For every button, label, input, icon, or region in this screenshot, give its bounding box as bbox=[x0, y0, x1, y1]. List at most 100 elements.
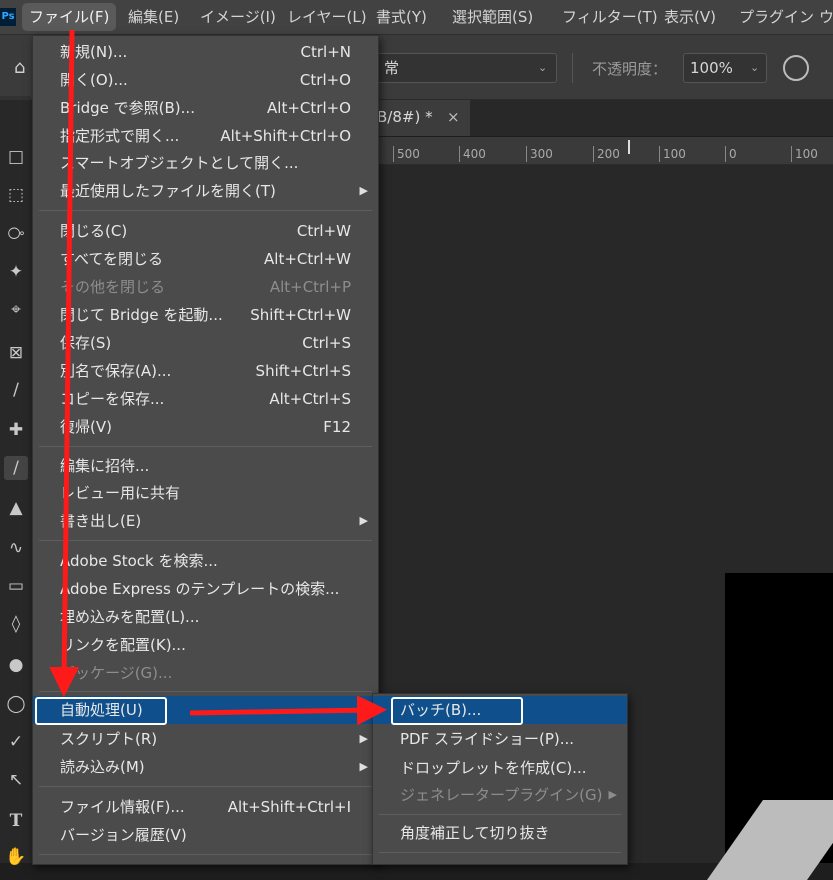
menu-item-new[interactable]: 新規(N)... Ctrl+N bbox=[33, 38, 378, 66]
blend-mode-select[interactable]: 常 ⌄ bbox=[377, 53, 557, 83]
menu-item-shortcut: Alt+Ctrl+P bbox=[269, 278, 351, 296]
menu-item-label: 開く(O)... bbox=[60, 71, 128, 89]
menu-item-open-as[interactable]: 指定形式で開く... Alt+Shift+Ctrl+O bbox=[33, 122, 378, 150]
menu-item-search-adobe-stock[interactable]: Adobe Stock を検索... bbox=[33, 547, 378, 575]
menu-separator bbox=[39, 854, 372, 855]
hand-tool-icon[interactable]: ✋ bbox=[4, 845, 28, 869]
menu-item-batch[interactable]: バッチ(B)... bbox=[373, 696, 627, 725]
home-icon[interactable]: ⌂ bbox=[14, 57, 25, 78]
airbrush-icon[interactable] bbox=[783, 55, 809, 81]
submenu-arrow-icon: ▶ bbox=[359, 184, 368, 197]
crop-tool-icon[interactable]: ⌖ bbox=[4, 298, 28, 322]
menu-item-label: 編集に招待... bbox=[60, 457, 150, 475]
pen-tool-icon[interactable]: ✓ bbox=[4, 730, 28, 754]
menu-view[interactable]: 表示(V) bbox=[664, 0, 716, 34]
menu-item-save[interactable]: 保存(S) Ctrl+S bbox=[33, 329, 378, 357]
menu-item-automate[interactable]: 自動処理(U) ▶ bbox=[33, 696, 378, 725]
close-icon[interactable]: × bbox=[447, 100, 460, 134]
artboard-tool-icon[interactable]: □ bbox=[4, 145, 28, 169]
menu-item-file-info[interactable]: ファイル情報(F)... Alt+Shift+Ctrl+I bbox=[33, 793, 378, 821]
submenu-arrow-icon: ▶ bbox=[359, 732, 368, 745]
menu-item-place-linked[interactable]: リンクを配置(K)... bbox=[33, 631, 378, 659]
path-selection-tool-icon[interactable]: ↖ bbox=[4, 768, 28, 792]
menu-item-save-as[interactable]: 別名で保存(A)... Shift+Ctrl+S bbox=[33, 357, 378, 385]
frame-tool-icon[interactable]: ⊠ bbox=[4, 341, 28, 365]
submenu-arrow-icon: ▶ bbox=[359, 703, 368, 716]
menu-select[interactable]: 選択範囲(S) bbox=[452, 0, 533, 34]
eyedropper-tool-icon[interactable]: ∕ bbox=[4, 378, 28, 402]
menu-separator bbox=[39, 786, 372, 787]
menu-item-pdf-slideshow[interactable]: PDF スライドショー(P)... bbox=[373, 725, 627, 753]
menu-item-revert[interactable]: 復帰(V) F12 bbox=[33, 413, 378, 441]
menu-item-shortcut: Ctrl+W bbox=[296, 222, 351, 240]
brush-tool-icon[interactable]: ∕ bbox=[4, 456, 28, 480]
submenu-arrow-icon: ▶ bbox=[359, 760, 368, 773]
menu-item-label: リンクを配置(K)... bbox=[60, 636, 186, 654]
menu-item-label: 別名で保存(A)... bbox=[60, 362, 172, 380]
menu-item-label: 角度補正して切り抜き bbox=[400, 824, 550, 842]
menu-item-close-go-bridge[interactable]: 閉じて Bridge を起動... Shift+Ctrl+W bbox=[33, 301, 378, 329]
document-tab[interactable]: B/8#) * × bbox=[377, 100, 470, 136]
menu-item-crop-straighten[interactable]: 角度補正して切り抜き bbox=[373, 819, 627, 847]
menu-item-export[interactable]: 書き出し(E) ▶ bbox=[33, 507, 378, 535]
menu-item-invite-edit[interactable]: 編集に招待... bbox=[33, 452, 378, 480]
menu-item-label: Adobe Stock を検索... bbox=[60, 552, 218, 570]
magic-wand-tool-icon[interactable]: ✦ bbox=[4, 260, 28, 284]
menu-image[interactable]: イメージ(I) bbox=[200, 0, 276, 34]
menu-plugins[interactable]: プラグイン bbox=[739, 0, 814, 34]
menu-item-label: バッチ(B)... bbox=[400, 701, 482, 719]
eraser-tool-icon[interactable]: ▭ bbox=[4, 574, 28, 598]
history-brush-tool-icon[interactable]: ∿ bbox=[4, 536, 28, 560]
menu-file[interactable]: ファイル(F) bbox=[22, 3, 117, 31]
ruler-tick: 500 bbox=[393, 146, 420, 162]
menu-item-share-review[interactable]: レビュー用に共有 bbox=[33, 479, 378, 507]
menu-item-shortcut: Alt+Ctrl+O bbox=[267, 99, 351, 117]
lasso-tool-icon[interactable]: ⧂ bbox=[4, 222, 28, 246]
menu-item-label: ジェネレータープラグイン(G) bbox=[400, 786, 603, 804]
menu-item-shortcut: Alt+Ctrl+W bbox=[264, 250, 351, 268]
menu-item-version-history[interactable]: バージョン履歴(V) bbox=[33, 821, 378, 849]
menu-item-open-recent[interactable]: 最近使用したファイルを開く(T) ▶ bbox=[33, 177, 378, 205]
healing-brush-tool-icon[interactable]: ✚ bbox=[4, 418, 28, 442]
menu-item-label: その他を閉じる bbox=[60, 278, 166, 296]
automate-submenu: バッチ(B)... PDF スライドショー(P)... ドロップレットを作成(C… bbox=[372, 693, 628, 865]
menu-item-shortcut: Alt+Shift+Ctrl+I bbox=[227, 798, 351, 816]
menu-window[interactable]: ウ bbox=[819, 0, 833, 34]
menu-item-label: 指定形式で開く... bbox=[60, 127, 180, 145]
opacity-value: 100% bbox=[690, 59, 733, 77]
menu-item-import[interactable]: 読み込み(M) ▶ bbox=[33, 753, 378, 781]
menu-item-open-smart-object[interactable]: スマートオブジェクトとして開く... bbox=[33, 149, 378, 177]
marquee-tool-icon[interactable]: ⬚ bbox=[4, 183, 28, 207]
menu-separator bbox=[379, 852, 621, 853]
menu-item-close-all[interactable]: すべてを閉じる Alt+Ctrl+W bbox=[33, 245, 378, 273]
menu-item-label: ドロップレットを作成(C)... bbox=[400, 759, 587, 777]
dodge-tool-icon[interactable]: ◯ bbox=[4, 692, 28, 716]
type-tool-icon[interactable]: T bbox=[4, 809, 28, 833]
menu-item-label: スクリプト(R) bbox=[60, 730, 158, 748]
menu-item-scripts[interactable]: スクリプト(R) ▶ bbox=[33, 725, 378, 753]
blur-tool-icon[interactable]: ● bbox=[4, 653, 28, 677]
menu-item-search-express-templates[interactable]: Adobe Express のテンプレートの検索... bbox=[33, 575, 378, 603]
opacity-input[interactable]: 100% ⌄ bbox=[683, 53, 767, 83]
menu-item-label: 最近使用したファイルを開く(T) bbox=[60, 182, 276, 200]
menu-item-create-droplet[interactable]: ドロップレットを作成(C)... bbox=[373, 754, 627, 782]
menu-item-generator-plugin: ジェネレータープラグイン(G) ▶ bbox=[373, 781, 627, 809]
menu-edit[interactable]: 編集(E) bbox=[128, 0, 179, 34]
menu-filter[interactable]: フィルター(T) bbox=[562, 0, 658, 34]
menu-item-shortcut: Ctrl+N bbox=[300, 43, 351, 61]
menu-item-close[interactable]: 閉じる(C) Ctrl+W bbox=[33, 217, 378, 245]
menu-item-browse-bridge[interactable]: Bridge で参照(B)... Alt+Ctrl+O bbox=[33, 94, 378, 122]
menu-item-place-embedded[interactable]: 埋め込みを配置(L)... bbox=[33, 603, 378, 631]
menu-separator bbox=[39, 446, 372, 447]
menu-type[interactable]: 書式(Y) bbox=[376, 0, 427, 34]
menu-item-save-copy[interactable]: コピーを保存... Alt+Ctrl+S bbox=[33, 385, 378, 413]
paint-bucket-tool-icon[interactable]: ◊ bbox=[4, 612, 28, 636]
menu-layer[interactable]: レイヤー(L) bbox=[287, 0, 367, 34]
stamp-tool-icon[interactable]: ▲ bbox=[4, 496, 28, 520]
menu-item-label: スマートオブジェクトとして開く... bbox=[60, 154, 299, 172]
menu-item-shortcut: Shift+Ctrl+S bbox=[255, 362, 351, 380]
ruler-tick: 0 bbox=[725, 146, 737, 162]
opacity-label: 不透明度： bbox=[592, 60, 668, 78]
menu-item-open[interactable]: 開く(O)... Ctrl+O bbox=[33, 66, 378, 94]
menu-separator bbox=[39, 691, 372, 692]
